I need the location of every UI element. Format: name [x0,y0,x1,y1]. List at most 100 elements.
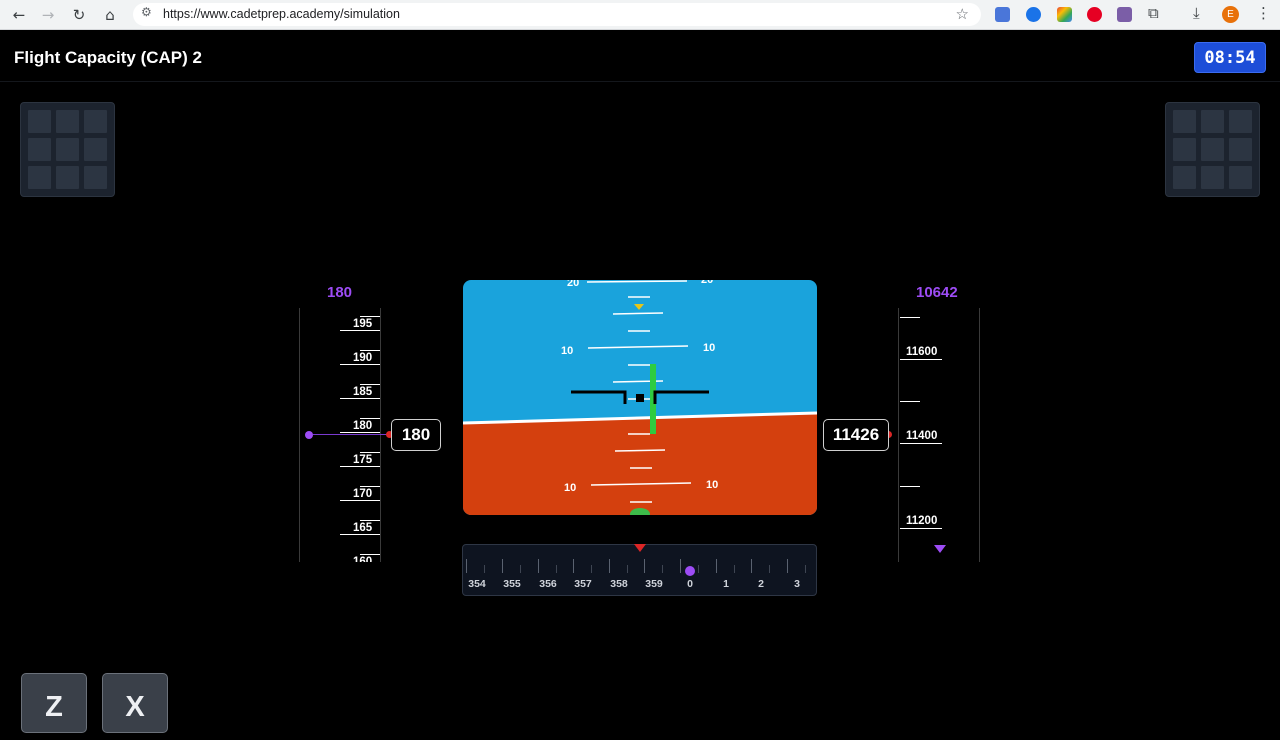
grid-cell[interactable] [28,110,51,133]
target-altitude: 10642 [916,284,958,301]
tick-mark [360,350,380,351]
heading-tick [538,559,539,573]
speed-tape-border [380,308,381,562]
tick-mark [360,452,380,453]
heading-tick [520,565,521,573]
ground [463,413,817,515]
grid-cell[interactable] [1229,110,1252,133]
aircraft-center [636,394,644,402]
speed-target-line [313,434,388,435]
speed-label: 170 [353,488,373,500]
grid-cell[interactable] [28,138,51,161]
grid-cell[interactable] [84,166,107,189]
heading-tick [698,565,699,573]
heading-tick [680,559,681,573]
tick-mark [340,534,380,535]
menu-icon[interactable]: ⋮ [1256,4,1271,22]
grid-cell[interactable] [56,166,79,189]
pitch-line-minor [612,312,664,315]
attitude-svg: 20 20 10 10 10 10 [463,280,817,515]
grid-cell[interactable] [56,138,79,161]
countdown-timer: 08:54 [1194,42,1266,73]
bookmark-star-icon[interactable]: ☆ [956,5,969,23]
back-icon[interactable]: ← [8,4,30,26]
attitude-indicator: 20 20 10 10 10 10 [463,280,817,515]
heading-label: 356 [539,578,557,590]
pitch-label: 10 [564,482,576,494]
tick-mark [900,528,942,529]
altitude-label: 11400 [906,430,938,442]
grid-cell[interactable] [1173,166,1196,189]
heading-tick [609,559,610,573]
pitch-label: 20 [567,280,579,289]
tick-mark [900,359,942,360]
left-grid-panel[interactable] [20,102,115,197]
grid-cell[interactable] [1201,110,1224,133]
forward-icon[interactable]: → [37,4,59,26]
tick-mark [360,418,380,419]
heading-tick [805,565,806,573]
altitude-label: 11200 [906,515,938,527]
profile-avatar[interactable]: E [1222,6,1239,23]
reload-icon[interactable]: ↻ [68,4,90,26]
heading-pointer [634,544,646,552]
heading-label: 354 [468,578,486,590]
grid-cell[interactable] [1229,138,1252,161]
pitch-label: 10 [706,479,718,491]
url-text: https://www.cadetprep.academy/simulation [163,7,400,21]
translate-icon[interactable] [995,7,1010,22]
grid-cell[interactable] [56,110,79,133]
extension-icon[interactable] [1026,7,1041,22]
heading-label: 1 [723,578,729,590]
grid-cell[interactable] [1229,166,1252,189]
speed-label: 185 [353,386,373,398]
altitude-tape: 11600 11400 11200 [899,308,979,562]
heading-label: 355 [503,578,521,590]
speed-label: 165 [353,522,373,534]
tick-mark [340,330,380,331]
color-picker-icon[interactable] [1057,7,1072,22]
tick-mark [340,466,380,467]
address-bar[interactable]: ⚙ https://www.cadetprep.academy/simulati… [133,3,981,26]
pitch-line-minor [614,449,666,452]
grid-cell[interactable] [84,110,107,133]
grid-cell[interactable] [1173,110,1196,133]
heading-tick [662,565,663,573]
tick-mark [360,384,380,385]
x-key-button[interactable]: X [102,673,168,733]
tick-mark [340,432,380,433]
altitude-target-marker [934,545,946,553]
heading-label: 0 [687,578,693,590]
heading-label: 358 [610,578,628,590]
heading-tick [734,565,735,573]
site-settings-icon[interactable]: ⚙ [141,5,152,19]
header-divider [0,81,1280,82]
heading-label: 359 [645,578,663,590]
pitch-label: 10 [561,345,573,357]
puzzle-icon[interactable]: ⧉ [1148,4,1159,22]
speed-label: 160 [353,556,373,562]
grid-cell[interactable] [1201,138,1224,161]
tick-mark [340,500,380,501]
speed-label: 175 [353,454,373,466]
tick-mark [340,398,380,399]
pinterest-icon[interactable] [1087,7,1102,22]
heading-tick [466,559,467,573]
tick-mark [900,443,942,444]
grid-cell[interactable] [1201,166,1224,189]
grid-cell[interactable] [28,166,51,189]
z-key-button[interactable]: Z [21,673,87,733]
heading-tick [502,559,503,573]
current-altitude-readout: 11426 [823,419,889,451]
home-icon[interactable]: ⌂ [99,4,121,26]
grid-cell[interactable] [84,138,107,161]
grid-cell[interactable] [1173,138,1196,161]
tick-mark [360,554,380,555]
tick-mark [360,316,380,317]
right-grid-panel[interactable] [1165,102,1260,197]
tick-mark [340,364,380,365]
download-icon[interactable]: ⤓ [1193,4,1200,22]
incognito-icon[interactable] [1117,7,1132,22]
pitch-label: 10 [703,342,715,354]
tick-mark [900,486,920,487]
